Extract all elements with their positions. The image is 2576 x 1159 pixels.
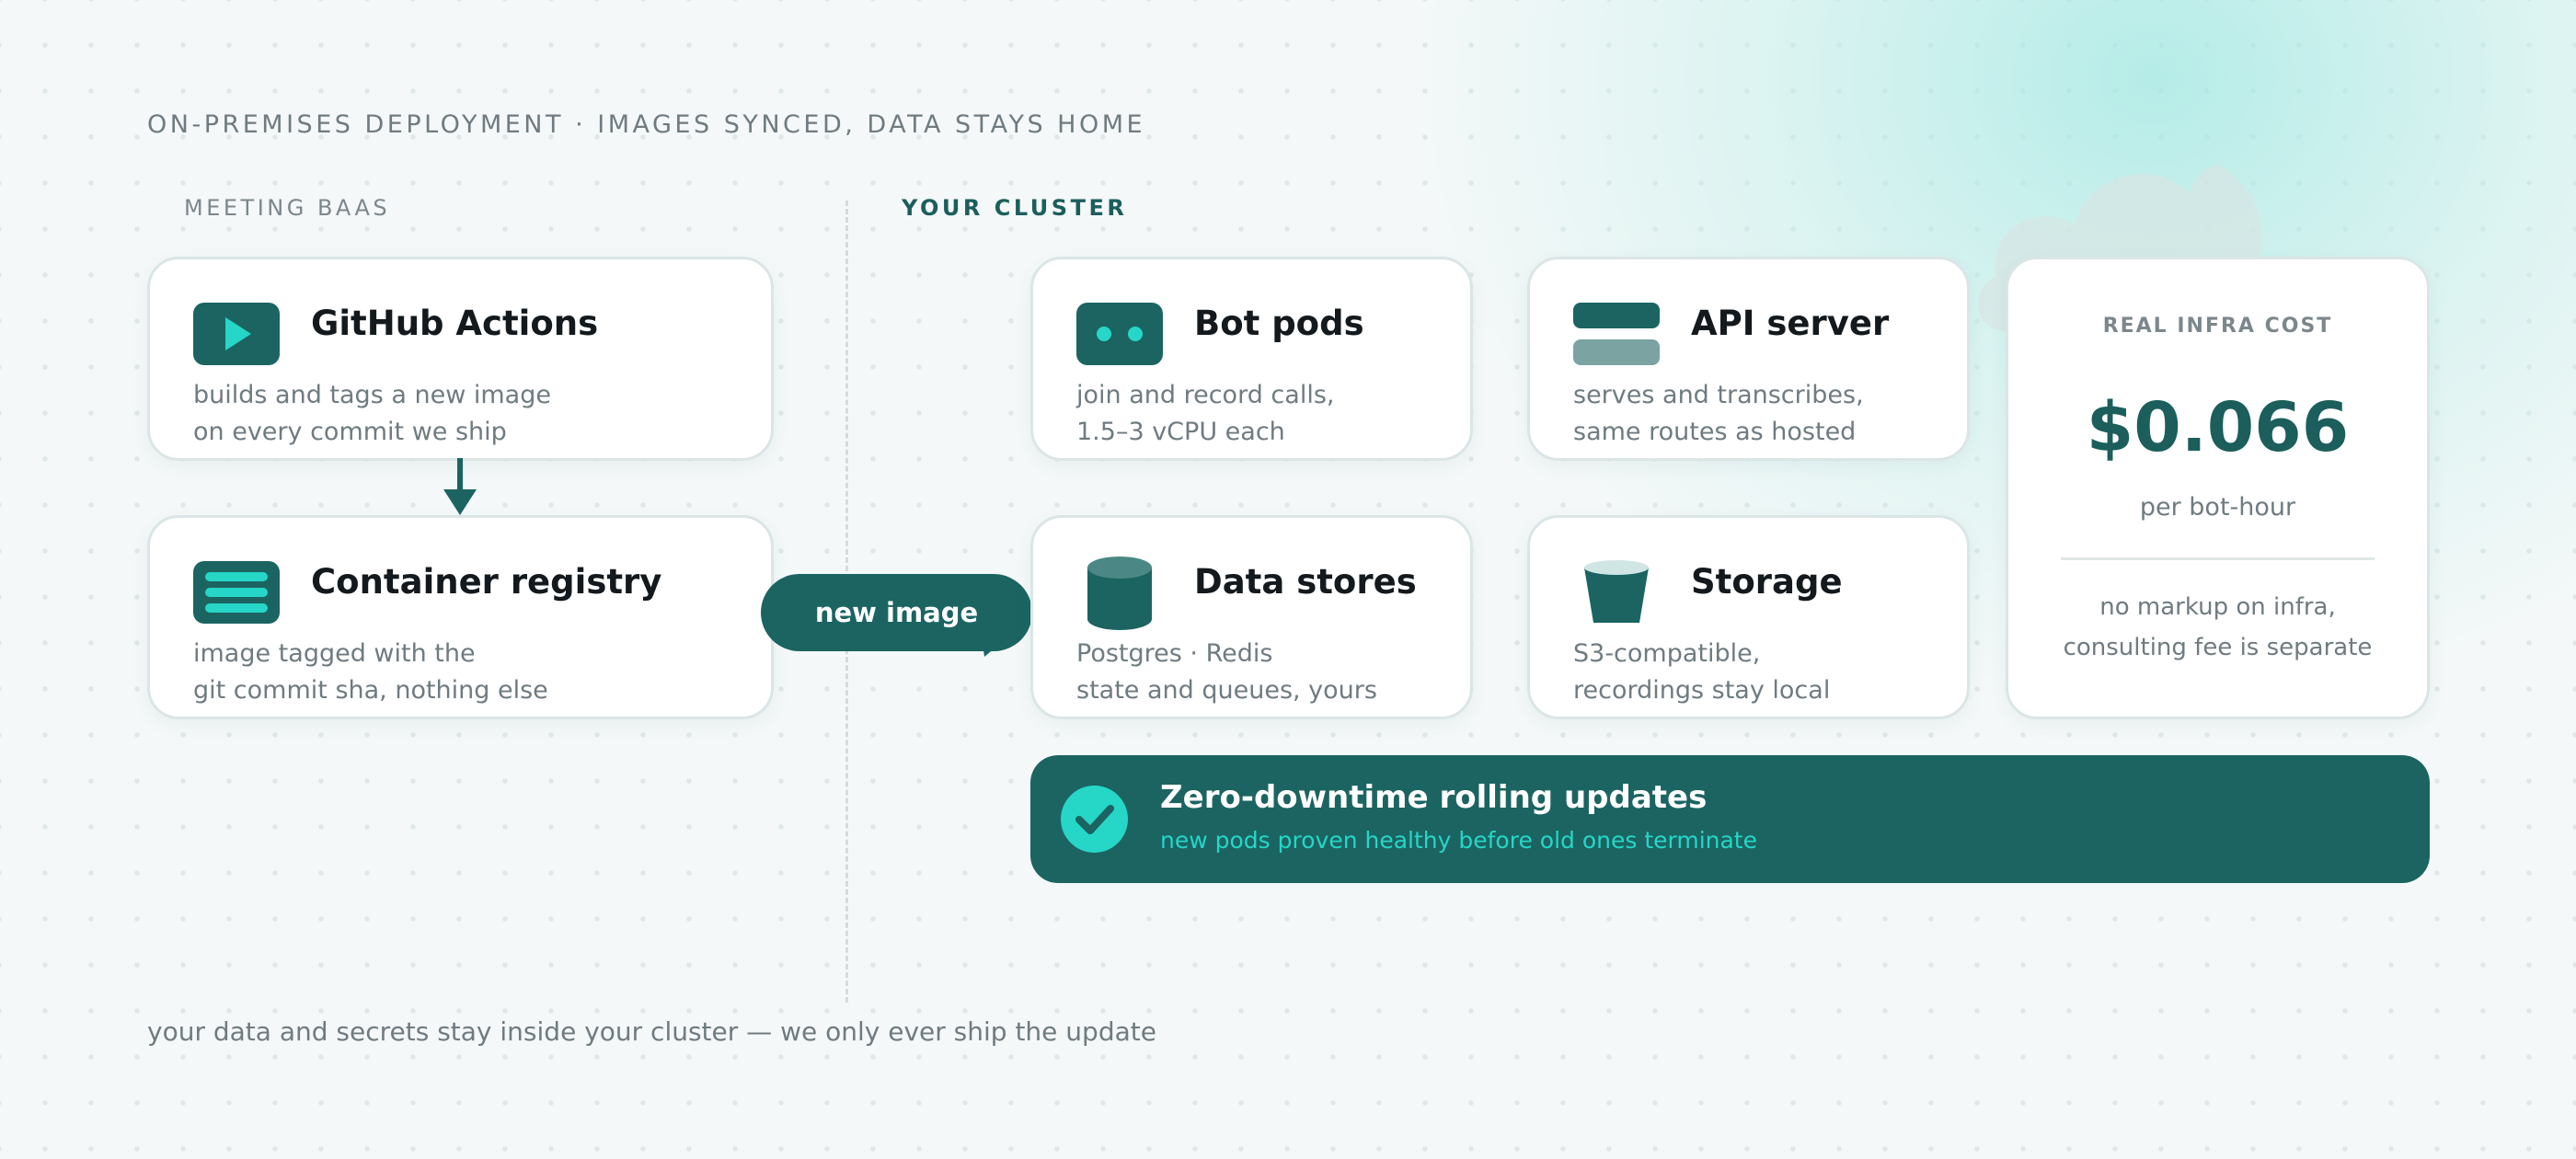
pill-arrow-icon	[979, 616, 1032, 657]
check-circle-icon	[1061, 786, 1128, 853]
rolling-updates-banner: Zero-downtime rolling updates new pods p…	[1030, 755, 2430, 883]
card-description: join and record calls, 1.5–3 vCPU each	[1076, 381, 1335, 446]
card-title: GitHub Actions	[311, 304, 599, 343]
bucket-icon	[1584, 560, 1649, 623]
page-headline: ON-PREMISES DEPLOYMENT · IMAGES SYNCED, …	[147, 110, 1146, 139]
card-description: S3-compatible, recordings stay local	[1573, 639, 1831, 705]
card-data-stores: Data stores Postgres · Redis state and q…	[1030, 515, 1473, 719]
footer-note: your data and secrets stay inside your c…	[147, 1016, 1156, 1047]
card-title: Bot pods	[1194, 304, 1364, 343]
card-storage: Storage S3-compatible, recordings stay l…	[1527, 515, 1970, 719]
card-description: image tagged with the git commit sha, no…	[193, 639, 548, 705]
section-label-your-cluster: YOUR CLUSTER	[902, 195, 1128, 221]
card-title: API server	[1691, 304, 1890, 343]
cost-value: $0.066	[2086, 388, 2350, 467]
database-icon	[1087, 557, 1152, 630]
card-container-registry: Container registry image tagged with the…	[147, 515, 774, 719]
cost-divider	[2061, 557, 2375, 560]
card-title: Data stores	[1194, 562, 1417, 602]
arrow-down-icon	[443, 458, 477, 515]
card-github-actions: GitHub Actions builds and tags a new ima…	[147, 257, 774, 461]
play-icon	[193, 303, 280, 365]
registry-icon	[193, 561, 280, 624]
server-icon	[1573, 303, 1660, 365]
card-description: Postgres · Redis state and queues, yours	[1076, 639, 1377, 705]
cost-unit: per bot-hour	[2139, 493, 2296, 522]
card-title: Container registry	[311, 562, 662, 602]
bot-icon	[1076, 303, 1163, 365]
cost-label: REAL INFRA COST	[2102, 315, 2333, 338]
card-title: Storage	[1691, 562, 1843, 602]
section-label-meeting-baas: MEETING BAAS	[184, 195, 391, 221]
card-bot-pods: Bot pods join and record calls, 1.5–3 vC…	[1030, 257, 1473, 461]
card-description: builds and tags a new image on every com…	[193, 381, 551, 446]
card-api-server: API server serves and transcribes, same …	[1527, 257, 1970, 461]
card-infra-cost: REAL INFRA COST $0.066 per bot-hour no m…	[2006, 257, 2430, 719]
cost-note: no markup on infra, consulting fee is se…	[2063, 593, 2373, 661]
banner-subtitle: new pods proven healthy before old ones …	[1160, 827, 1757, 854]
banner-title: Zero-downtime rolling updates	[1160, 779, 1708, 816]
card-description: serves and transcribes, same routes as h…	[1573, 381, 1864, 446]
